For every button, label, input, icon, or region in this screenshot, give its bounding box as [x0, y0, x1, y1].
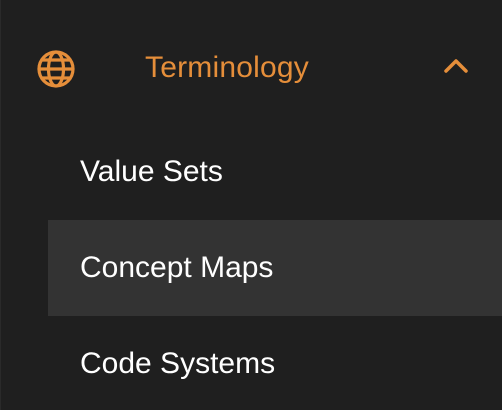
- nav-item-label: Value Sets: [80, 155, 223, 188]
- chevron-up-icon[interactable]: [441, 51, 471, 81]
- terminology-section-header[interactable]: Terminology: [0, 18, 502, 118]
- sidebar: Terminology Value Sets Concept Maps Code…: [0, 0, 502, 410]
- section-title: Terminology: [145, 51, 309, 84]
- globe-icon: [35, 48, 77, 90]
- nav-item-concept-maps[interactable]: Concept Maps: [48, 220, 502, 316]
- nav-item-label: Code Systems: [80, 347, 276, 380]
- nav-item-label: Concept Maps: [80, 251, 274, 284]
- nav-item-code-systems[interactable]: Code Systems: [48, 316, 502, 410]
- nav-item-value-sets[interactable]: Value Sets: [48, 124, 502, 220]
